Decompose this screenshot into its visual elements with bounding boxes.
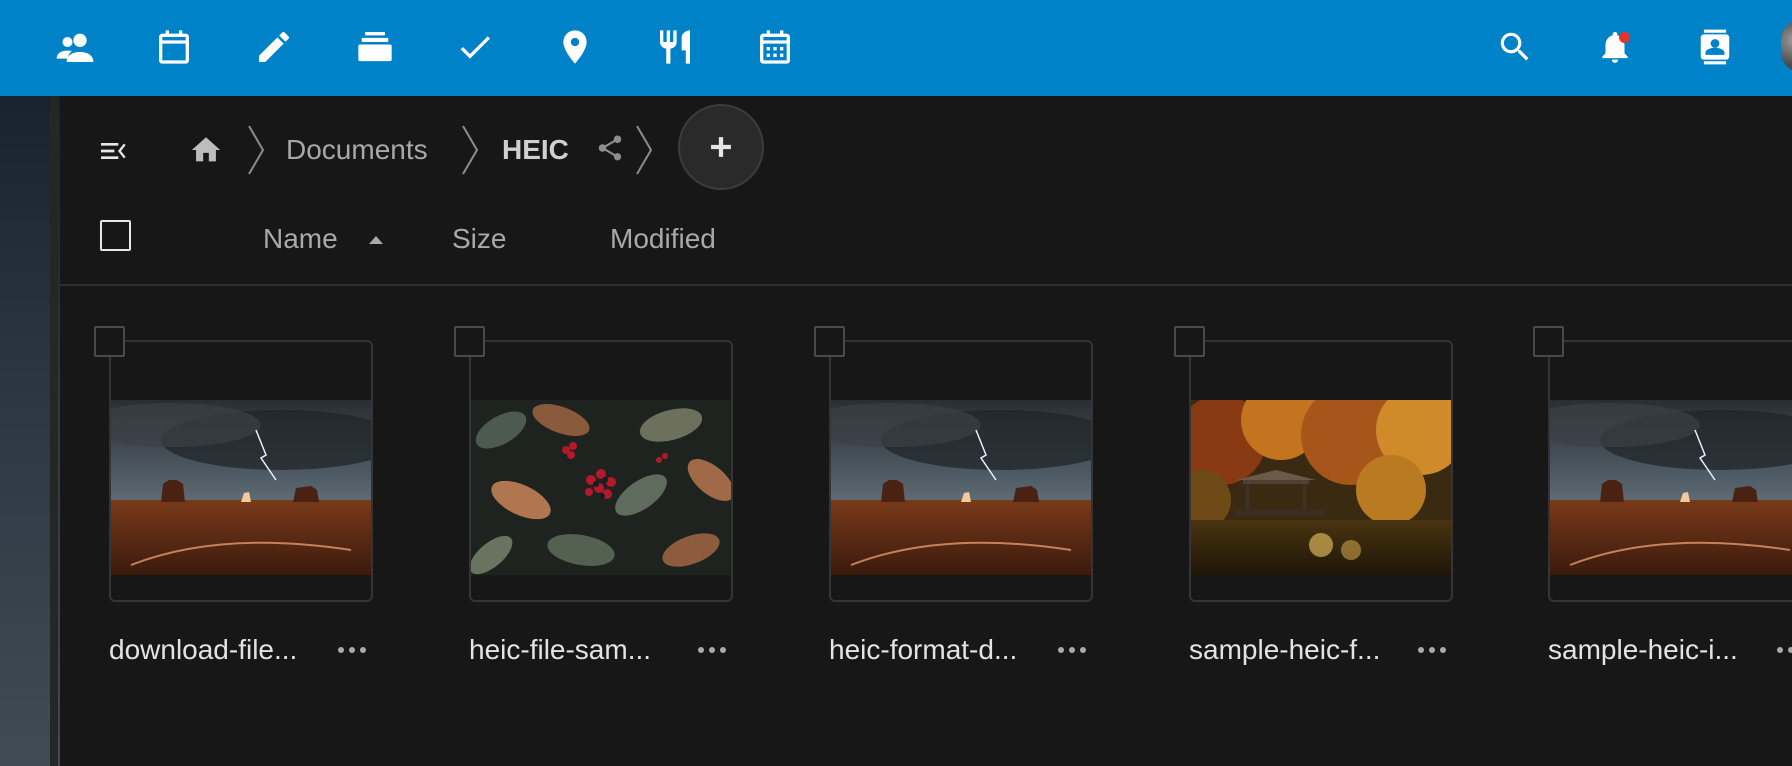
select-all-checkbox[interactable] [100,220,131,251]
stack-icon [358,32,392,62]
file-select-checkbox[interactable] [1533,326,1564,357]
navigation-toggle-button[interactable] [92,130,134,172]
file-name[interactable]: sample-heic-i... [1548,630,1758,670]
contacts-menu-icon[interactable] [1692,24,1738,70]
column-header-name[interactable]: Name [263,222,338,256]
file-name[interactable]: heic-format-d... [829,630,1039,670]
map-pin-icon [563,30,587,64]
home-icon [191,137,221,162]
file-item[interactable]: sample-heic-i... [1533,326,1792,666]
file-item[interactable]: download-file... [94,326,373,666]
file-thumbnail-frame[interactable] [829,340,1093,602]
schedule-app-icon[interactable] [752,24,798,70]
column-header-modified[interactable]: Modified [610,222,716,256]
file-select-checkbox[interactable] [94,326,125,357]
calendar-app-icon[interactable] [151,24,197,70]
magnifier-icon [1500,32,1529,61]
file-item[interactable]: sample-heic-f... [1174,326,1453,666]
avatar[interactable] [1781,20,1792,72]
maps-app-icon[interactable] [552,24,598,70]
file-thumbnail-frame[interactable] [109,340,373,602]
more-horizontal-icon [338,647,366,653]
file-select-checkbox[interactable] [814,326,845,357]
collapsed-sidebar [0,96,60,766]
file-actions-button[interactable] [1414,634,1450,666]
share-icon [598,135,622,161]
contacts-app-icon[interactable] [52,24,98,70]
more-horizontal-icon [1418,647,1446,653]
file-select-checkbox[interactable] [1174,326,1205,357]
notes-app-icon[interactable] [251,24,297,70]
file-name[interactable]: sample-heic-f... [1189,630,1399,670]
notification-badge [1619,32,1630,43]
pencil-icon [259,31,289,62]
breadcrumb-separator [460,124,480,176]
breadcrumb-home[interactable] [186,130,226,170]
deck-app-icon[interactable] [352,24,398,70]
cookbook-app-icon[interactable] [652,24,698,70]
calendar-icon [159,30,189,64]
file-select-checkbox[interactable] [454,326,485,357]
breadcrumb-separator [246,124,266,176]
file-name[interactable]: download-file... [109,630,319,670]
header-divider [60,284,1792,286]
file-actions-button[interactable] [1773,634,1792,666]
sort-ascending-icon[interactable] [367,232,385,246]
menu-collapse-icon [101,143,126,159]
thumbnail-desert-storm [1550,400,1792,575]
file-thumbnail-frame[interactable] [1189,340,1453,602]
tasks-app-icon[interactable] [452,24,498,70]
thumbnail-desert-storm [831,400,1091,575]
top-app-bar [0,0,1792,96]
file-actions-button[interactable] [1054,634,1090,666]
share-folder-button[interactable] [592,130,628,166]
new-file-button[interactable] [678,104,764,190]
search-icon[interactable] [1492,24,1538,70]
notifications-button[interactable] [1592,24,1638,70]
thumbnail-leaves-berries [471,400,731,575]
fork-knife-icon [660,30,690,64]
breadcrumb-separator [634,124,654,176]
file-item[interactable]: heic-file-sam... [454,326,733,666]
contact-card-icon [1700,29,1730,65]
breadcrumb-current-folder[interactable]: HEIC [502,132,569,168]
calendar-grid-icon [760,30,790,64]
people-icon [56,33,94,62]
plus-icon [711,137,731,157]
file-actions-button[interactable] [334,634,370,666]
file-actions-button[interactable] [694,634,730,666]
file-thumbnail-frame[interactable] [469,340,733,602]
file-name[interactable]: heic-file-sam... [469,630,679,670]
more-horizontal-icon [698,647,726,653]
sidebar-divider [50,96,58,766]
column-header-size[interactable]: Size [452,222,506,256]
file-item[interactable]: heic-format-d... [814,326,1093,666]
breadcrumb-documents[interactable]: Documents [286,132,428,168]
thumbnail-autumn-pond [1191,400,1451,575]
more-horizontal-icon [1058,647,1086,653]
more-horizontal-icon [1777,647,1792,653]
checkmark-icon [460,36,490,59]
file-thumbnail-frame[interactable] [1548,340,1792,602]
thumbnail-desert-storm [111,400,371,575]
